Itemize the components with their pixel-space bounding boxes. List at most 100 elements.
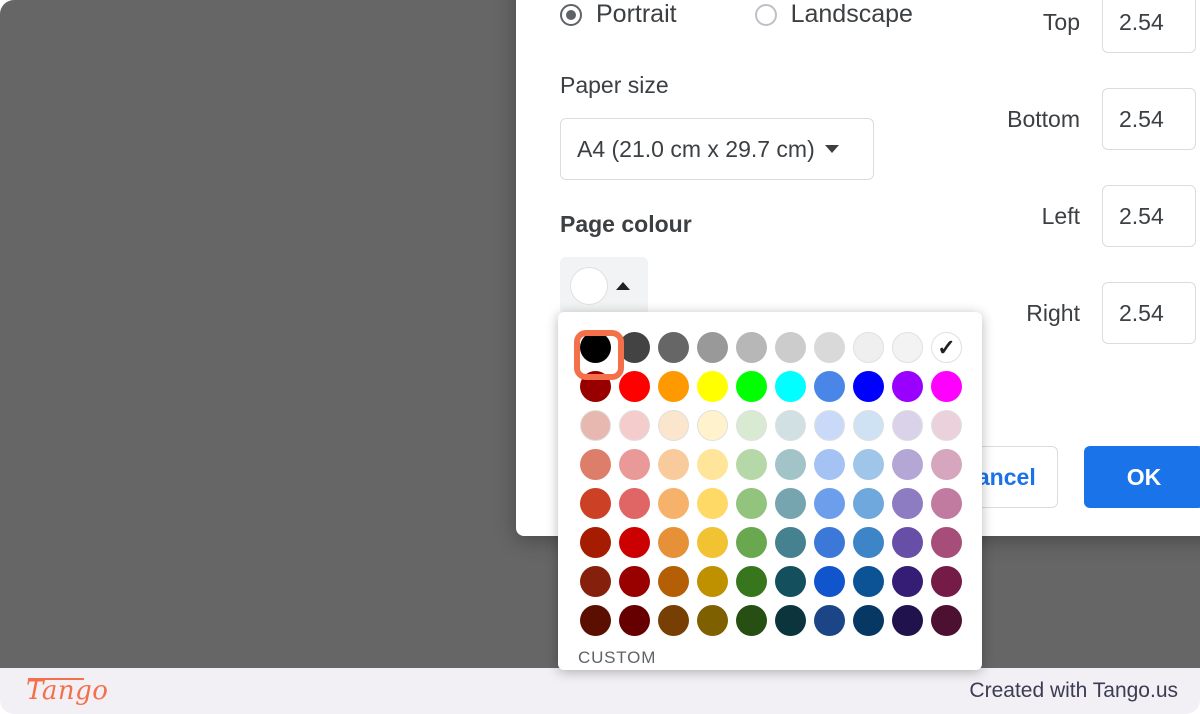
colour-swatch[interactable] xyxy=(849,562,888,601)
colour-swatch[interactable] xyxy=(849,406,888,445)
colour-swatch[interactable] xyxy=(771,484,810,523)
colour-swatch[interactable] xyxy=(849,484,888,523)
colour-swatch[interactable] xyxy=(615,406,654,445)
colour-swatch[interactable] xyxy=(810,406,849,445)
custom-colour-label[interactable]: CUSTOM xyxy=(576,648,964,668)
colour-swatch[interactable] xyxy=(771,328,810,367)
colour-swatch[interactable] xyxy=(654,562,693,601)
colour-swatch[interactable] xyxy=(888,562,927,601)
colour-swatch[interactable] xyxy=(888,328,927,367)
colour-swatch[interactable] xyxy=(810,445,849,484)
margin-row-top: Top 2.54 xyxy=(946,0,1196,56)
colour-swatch[interactable] xyxy=(732,445,771,484)
colour-swatch[interactable] xyxy=(576,328,615,367)
colour-swatch[interactable] xyxy=(888,523,927,562)
colour-swatch-dot xyxy=(697,605,728,636)
colour-swatch[interactable] xyxy=(888,367,927,406)
colour-swatch[interactable] xyxy=(888,406,927,445)
colour-swatch[interactable] xyxy=(810,601,849,640)
colour-swatch[interactable] xyxy=(927,484,966,523)
colour-swatch[interactable] xyxy=(771,562,810,601)
colour-swatch[interactable] xyxy=(927,367,966,406)
page-colour-button[interactable] xyxy=(560,257,648,315)
colour-swatch[interactable] xyxy=(927,523,966,562)
colour-swatch[interactable] xyxy=(849,367,888,406)
colour-swatch[interactable] xyxy=(771,367,810,406)
colour-swatch[interactable] xyxy=(849,328,888,367)
colour-swatch[interactable] xyxy=(732,523,771,562)
radio-option-landscape[interactable]: Landscape xyxy=(754,2,913,27)
colour-swatch[interactable] xyxy=(615,484,654,523)
colour-swatch-dot xyxy=(580,527,611,558)
colour-swatch[interactable] xyxy=(654,601,693,640)
margin-input-right[interactable]: 2.54 xyxy=(1102,282,1196,344)
colour-swatch[interactable] xyxy=(615,562,654,601)
colour-swatch[interactable] xyxy=(732,484,771,523)
colour-swatch[interactable] xyxy=(615,328,654,367)
colour-swatch[interactable] xyxy=(576,445,615,484)
colour-swatch[interactable] xyxy=(771,445,810,484)
margin-input-bottom[interactable]: 2.54 xyxy=(1102,88,1196,150)
colour-swatch[interactable] xyxy=(693,484,732,523)
colour-swatch[interactable] xyxy=(732,601,771,640)
colour-swatch[interactable] xyxy=(615,523,654,562)
colour-swatch[interactable] xyxy=(693,406,732,445)
colour-swatch[interactable] xyxy=(576,523,615,562)
colour-swatch[interactable] xyxy=(654,406,693,445)
colour-swatch[interactable] xyxy=(576,484,615,523)
colour-swatch[interactable] xyxy=(693,562,732,601)
colour-swatch-dot xyxy=(814,410,845,441)
colour-swatch[interactable] xyxy=(615,601,654,640)
colour-swatch[interactable] xyxy=(732,562,771,601)
colour-swatch[interactable] xyxy=(693,601,732,640)
colour-swatch[interactable] xyxy=(810,328,849,367)
colour-swatch[interactable] xyxy=(771,601,810,640)
colour-swatch[interactable] xyxy=(654,445,693,484)
paper-size-select[interactable]: A4 (21.0 cm x 29.7 cm) xyxy=(560,118,874,180)
colour-swatch[interactable] xyxy=(810,484,849,523)
colour-swatch[interactable] xyxy=(927,445,966,484)
colour-swatch[interactable] xyxy=(576,406,615,445)
colour-swatch-dot xyxy=(931,371,962,402)
colour-swatch[interactable] xyxy=(927,562,966,601)
margin-input-top[interactable]: 2.54 xyxy=(1102,0,1196,53)
colour-swatch[interactable] xyxy=(654,484,693,523)
colour-swatch[interactable] xyxy=(849,523,888,562)
colour-swatch[interactable] xyxy=(888,445,927,484)
colour-swatch[interactable] xyxy=(732,328,771,367)
colour-swatch[interactable]: ✓ xyxy=(927,328,966,367)
colour-swatch[interactable] xyxy=(888,601,927,640)
colour-swatch[interactable] xyxy=(693,367,732,406)
colour-swatch[interactable] xyxy=(810,523,849,562)
radio-landscape-icon[interactable] xyxy=(754,3,777,26)
colour-swatch[interactable] xyxy=(693,523,732,562)
colour-swatch[interactable] xyxy=(576,562,615,601)
radio-portrait-icon[interactable] xyxy=(560,3,582,26)
colour-swatch-dot xyxy=(814,605,845,636)
radio-portrait-label: Portrait xyxy=(596,0,677,28)
colour-swatch-dot xyxy=(580,605,611,636)
colour-swatch[interactable] xyxy=(849,601,888,640)
colour-swatch[interactable] xyxy=(693,445,732,484)
margin-input-left[interactable]: 2.54 xyxy=(1102,185,1196,247)
colour-swatch[interactable] xyxy=(732,406,771,445)
colour-swatch[interactable] xyxy=(810,367,849,406)
colour-swatch[interactable] xyxy=(771,523,810,562)
colour-swatch[interactable] xyxy=(771,406,810,445)
radio-option-portrait[interactable]: Portrait xyxy=(560,2,677,27)
colour-swatch[interactable] xyxy=(654,367,693,406)
colour-swatch[interactable] xyxy=(576,367,615,406)
colour-swatch[interactable] xyxy=(927,601,966,640)
colour-swatch[interactable] xyxy=(654,523,693,562)
colour-swatch[interactable] xyxy=(615,445,654,484)
colour-swatch[interactable] xyxy=(927,406,966,445)
colour-swatch[interactable] xyxy=(576,601,615,640)
ok-button[interactable]: OK xyxy=(1084,446,1200,508)
colour-swatch[interactable] xyxy=(810,562,849,601)
colour-swatch[interactable] xyxy=(888,484,927,523)
colour-swatch[interactable] xyxy=(849,445,888,484)
colour-swatch[interactable] xyxy=(732,367,771,406)
colour-swatch[interactable] xyxy=(615,367,654,406)
colour-swatch[interactable] xyxy=(693,328,732,367)
colour-swatch[interactable] xyxy=(654,328,693,367)
